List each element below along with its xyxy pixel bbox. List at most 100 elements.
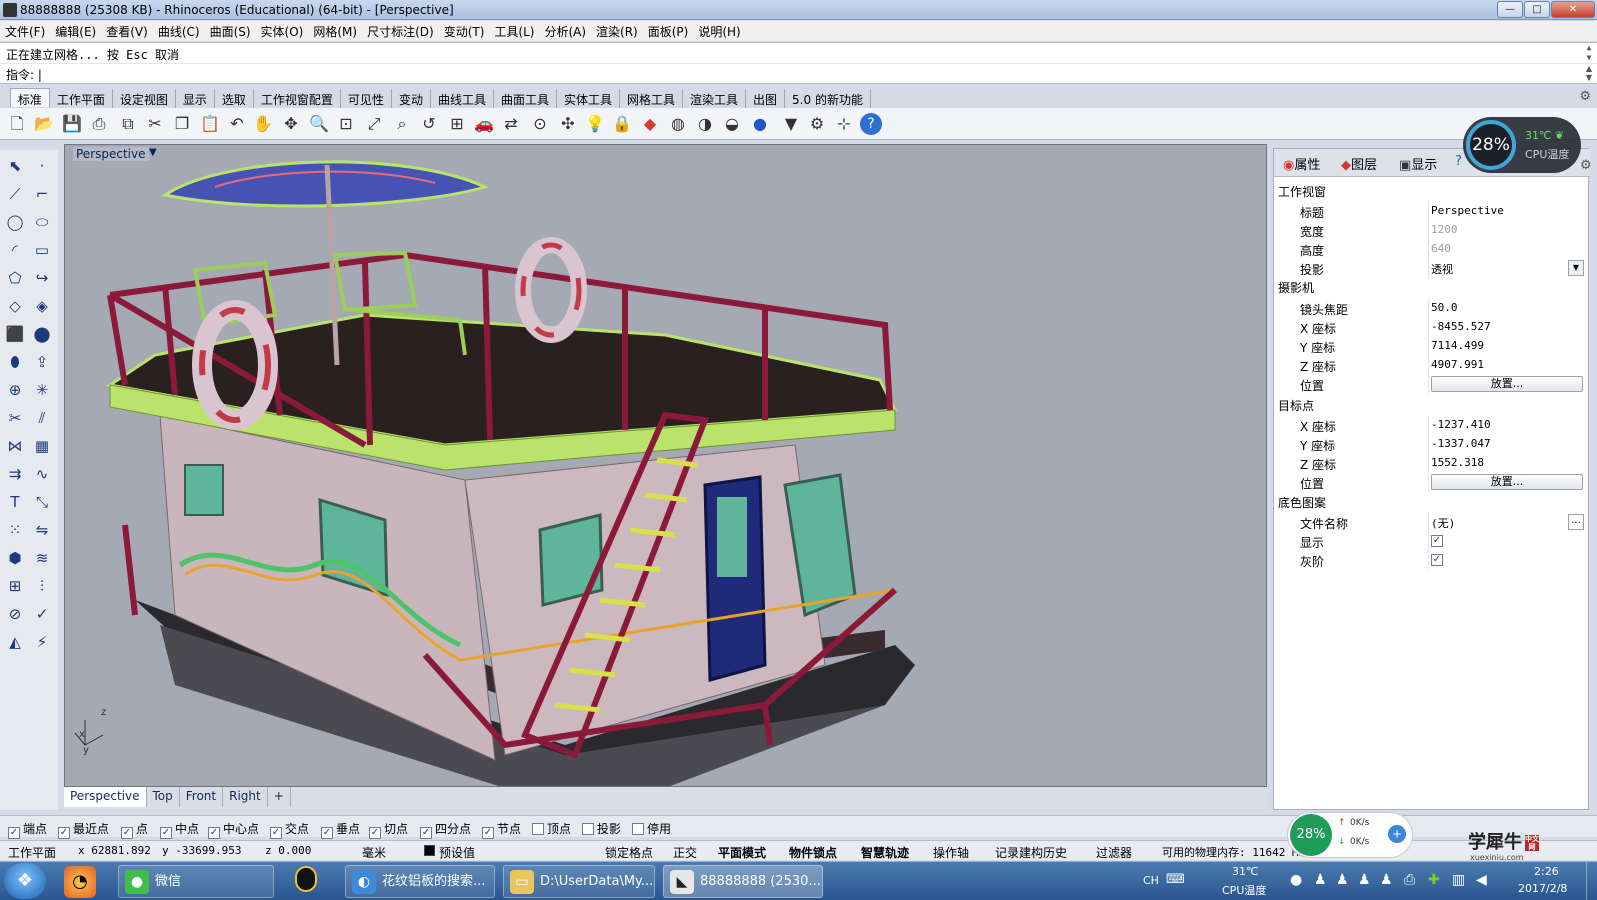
move-icon[interactable]: ✣	[557, 113, 579, 135]
sphere-shaded-icon[interactable]: ◒	[721, 113, 743, 135]
status-toggle-3[interactable]: 物件锁点	[789, 844, 837, 861]
cut-icon[interactable]: ✂	[144, 113, 166, 135]
toolbar-tab-11[interactable]: 网格工具	[620, 89, 684, 108]
toolbar-tab-6[interactable]: 可见性	[341, 89, 392, 108]
curve-fillet-icon[interactable]: ↪	[30, 266, 54, 290]
osnap-7[interactable]: ✓ 切点	[369, 820, 408, 839]
menu-item-11[interactable]: 渲染(R)	[591, 21, 643, 42]
close-button[interactable]: ✕	[1551, 1, 1595, 18]
new-file-icon[interactable]: 🗋	[6, 113, 28, 135]
toolbar-tab-4[interactable]: 选取	[215, 89, 254, 108]
prop-value[interactable]: 1552.318	[1431, 456, 1583, 472]
layer-icon[interactable]: ◆	[639, 113, 661, 135]
point-icon[interactable]: ·	[30, 154, 54, 178]
car-icon[interactable]: 🚗	[473, 113, 495, 135]
save-icon[interactable]: 💾	[61, 113, 83, 135]
group-icon[interactable]: ▦	[30, 434, 54, 458]
surface-corner-icon[interactable]: ◇	[3, 294, 27, 318]
osnap-4[interactable]: ✓ 中心点	[208, 820, 259, 839]
menu-item-2[interactable]: 查看(V)	[101, 21, 153, 42]
osnap-checkbox[interactable]: ✓	[160, 827, 172, 839]
osnap-6[interactable]: ✓ 垂点	[321, 820, 360, 839]
panel-gear-icon[interactable]: ⚙	[1580, 158, 1592, 173]
viewport-tab-right[interactable]: Right	[223, 787, 268, 807]
check-icon[interactable]: ✓	[30, 602, 54, 626]
osnap-checkbox[interactable]	[632, 823, 644, 835]
osnap-checkbox[interactable]: ✓	[420, 827, 432, 839]
select-arrow-icon[interactable]: ⬉	[3, 154, 27, 178]
osnap-9[interactable]: ✓ 节点	[482, 820, 521, 839]
toolbar-tab-10[interactable]: 实体工具	[557, 89, 620, 108]
osnap-checkbox[interactable]	[582, 823, 594, 835]
qq-tray-icon-4[interactable]: ♟	[1380, 872, 1393, 888]
prop-value[interactable]: 透视	[1431, 261, 1583, 277]
box-icon[interactable]: ⬛	[3, 322, 27, 346]
menu-item-1[interactable]: 编辑(E)	[50, 21, 101, 42]
filter-icon[interactable]: ▼	[780, 113, 802, 135]
menu-item-0[interactable]: 文件(F)	[0, 21, 50, 42]
circle-point-icon[interactable]: ⊙	[529, 113, 551, 135]
toggle-icon[interactable]: ⇄	[500, 113, 522, 135]
menu-item-7[interactable]: 尺寸标注(D)	[362, 21, 439, 42]
speed-boost-icon[interactable]: +	[1388, 825, 1406, 843]
task-explorer[interactable]: ▭ D:\UserData\My...	[503, 865, 655, 898]
osnap-checkbox[interactable]	[532, 823, 544, 835]
menu-item-13[interactable]: 说明(H)	[693, 21, 745, 42]
toolbar-tab-3[interactable]: 显示	[176, 89, 215, 108]
polygon-icon[interactable]: ⬠	[3, 266, 27, 290]
prop-value[interactable]: -1337.047	[1431, 437, 1583, 453]
status-toggle-6[interactable]: 记录建构历史	[995, 844, 1067, 861]
light-icon[interactable]: ⚡	[30, 630, 54, 654]
help-icon[interactable]: ?	[860, 113, 882, 135]
prop-value[interactable]: 4907.991	[1431, 358, 1583, 374]
osnap-2[interactable]: ✓ 点	[121, 820, 148, 839]
volume-tray-icon[interactable]: ◀	[1476, 872, 1487, 888]
prop-value[interactable]: -8455.527	[1431, 320, 1583, 336]
tab-help[interactable]: ?	[1452, 153, 1465, 173]
task-rhino[interactable]: ◣ 88888888 (2530...	[663, 865, 823, 898]
osnap-5[interactable]: ✓ 交点	[270, 820, 309, 839]
paste-icon[interactable]: 📋	[199, 113, 221, 135]
minimize-button[interactable]: —	[1497, 1, 1523, 18]
offset-icon[interactable]: ⇉	[3, 462, 27, 486]
rotate-view-icon[interactable]: ✥	[280, 113, 302, 135]
split-icon[interactable]: ⫽	[30, 406, 54, 430]
tab-layers[interactable]: ◆图层	[1338, 153, 1380, 173]
osnap-8[interactable]: ✓ 四分点	[420, 820, 471, 839]
contour-icon[interactable]: ≋	[30, 546, 54, 570]
tray-date[interactable]: 2017/2/8	[1518, 882, 1567, 895]
light-bulb-icon[interactable]: 💡	[584, 113, 606, 135]
viewport-menu-caret-icon[interactable]: ▼	[149, 147, 157, 158]
qq-tray-icon-3[interactable]: ♟	[1358, 872, 1371, 888]
keyboard-icon[interactable]: ⌨	[1166, 872, 1185, 887]
status-cplane[interactable]: 工作平面	[8, 844, 56, 861]
viewport-tab-top[interactable]: Top	[147, 787, 180, 807]
osnap-checkbox[interactable]: ✓	[321, 827, 333, 839]
command-prompt[interactable]: 指令: |	[6, 68, 42, 82]
toolbar-tab-7[interactable]: 变动	[392, 89, 431, 108]
pan-hand-icon[interactable]: ✋	[252, 113, 274, 135]
import-icon[interactable]: ⧉	[117, 113, 139, 135]
status-toggle-1[interactable]: 正交	[673, 844, 697, 861]
toolbar-tab-2[interactable]: 设定视图	[113, 89, 176, 108]
wallpaper-browse-button[interactable]: ...	[1568, 514, 1584, 530]
prop-value[interactable]: Perspective	[1431, 204, 1583, 220]
show-desktop-button[interactable]	[1586, 862, 1597, 900]
history-scroll-up-icon[interactable]: ▲	[1583, 43, 1595, 52]
osnap-checkbox[interactable]: ✓	[121, 827, 133, 839]
zoom-icon[interactable]: 🔍	[308, 113, 330, 135]
viewport-tab-perspective[interactable]: Perspective	[64, 787, 147, 807]
menu-item-4[interactable]: 曲面(S)	[205, 21, 256, 42]
toolbar-tab-8[interactable]: 曲线工具	[431, 89, 494, 108]
status-layer[interactable]: 预设值	[439, 844, 475, 861]
ellipse-icon[interactable]: ⬭	[30, 210, 54, 234]
undo-icon[interactable]: ↶	[226, 113, 248, 135]
osnap-1[interactable]: ✓ 最近点	[58, 820, 109, 839]
surface-edge-icon[interactable]: ◈	[30, 294, 54, 318]
lock-icon[interactable]: 🔒	[611, 113, 633, 135]
prop-value[interactable]: -1237.410	[1431, 418, 1583, 434]
qq-quicklaunch-icon[interactable]	[290, 866, 322, 898]
viewport-title[interactable]: Perspective	[73, 147, 149, 161]
status-toggle-5[interactable]: 操作轴	[933, 844, 969, 861]
text-icon[interactable]: T	[3, 490, 27, 514]
